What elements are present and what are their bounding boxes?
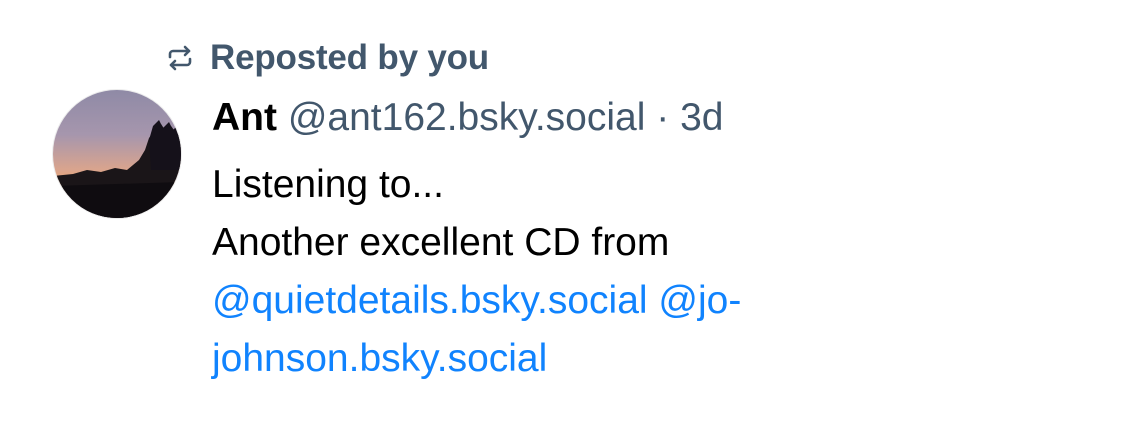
post-text-line: Listening to... xyxy=(212,163,444,206)
post-meta: Ant @ant162.bsky.social · 3d xyxy=(212,94,1092,142)
avatar-sunset-image xyxy=(53,90,181,218)
repost-icon xyxy=(166,44,194,72)
post-time[interactable]: 3d xyxy=(680,96,723,139)
post-text-line: johnson.bsky.social xyxy=(212,330,1092,388)
repost-indicator[interactable]: Reposted by you xyxy=(166,36,489,80)
repost-label: Reposted by you xyxy=(210,38,489,77)
post-body[interactable]: Ant @ant162.bsky.social · 3d Listening t… xyxy=(212,94,1092,388)
post-text-line: Another excellent CD from xyxy=(212,221,670,264)
avatar[interactable] xyxy=(53,90,181,218)
mention-link-jo-johnson-part2[interactable]: johnson.bsky.social xyxy=(212,337,547,380)
meta-separator: · xyxy=(656,96,670,139)
author-display-name[interactable]: Ant xyxy=(212,96,277,139)
post-text-line: @quietdetails.bsky.social @jo- xyxy=(212,272,1092,330)
author-handle[interactable]: @ant162.bsky.social xyxy=(288,96,646,139)
mention-link-quietdetails[interactable]: @quietdetails.bsky.social xyxy=(212,279,648,322)
mention-link-jo-johnson-part1[interactable]: @jo- xyxy=(658,279,741,322)
post-text: Listening to... Another excellent CD fro… xyxy=(212,156,1092,388)
